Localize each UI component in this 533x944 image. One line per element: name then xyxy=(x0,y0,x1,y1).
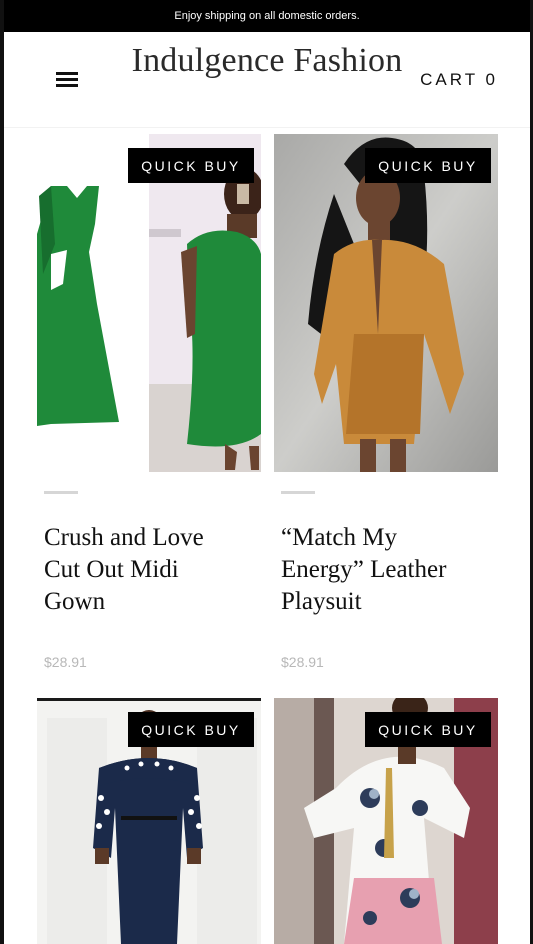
quick-buy-button[interactable]: QUICK BUY xyxy=(128,712,254,747)
header-divider xyxy=(4,127,530,128)
product-price: $28.91 xyxy=(44,654,87,670)
product-image[interactable] xyxy=(37,134,261,472)
product-title[interactable]: Crush and Love Cut Out Midi Gown xyxy=(44,522,244,618)
announcement-bar: Enjoy shipping on all domestic orders. xyxy=(4,0,530,32)
window-frame-left xyxy=(0,0,4,944)
product-image[interactable] xyxy=(274,134,498,472)
quick-buy-button[interactable]: QUICK BUY xyxy=(365,148,491,183)
announcement-text: Enjoy shipping on all domestic orders. xyxy=(174,10,360,22)
product-price: $28.91 xyxy=(281,654,324,670)
product-title[interactable]: “Match My Energy” Leather Playsuit xyxy=(281,522,481,618)
card-accent-rule xyxy=(281,491,315,494)
site-header: Indulgence Fashion CART 0 xyxy=(4,32,530,127)
quick-buy-button[interactable]: QUICK BUY xyxy=(128,148,254,183)
cart-link[interactable]: CART 0 xyxy=(420,70,498,90)
quick-buy-button[interactable]: QUICK BUY xyxy=(365,712,491,747)
card-accent-rule xyxy=(44,491,78,494)
cart-label: CART xyxy=(420,70,478,89)
cart-count: 0 xyxy=(485,70,498,89)
